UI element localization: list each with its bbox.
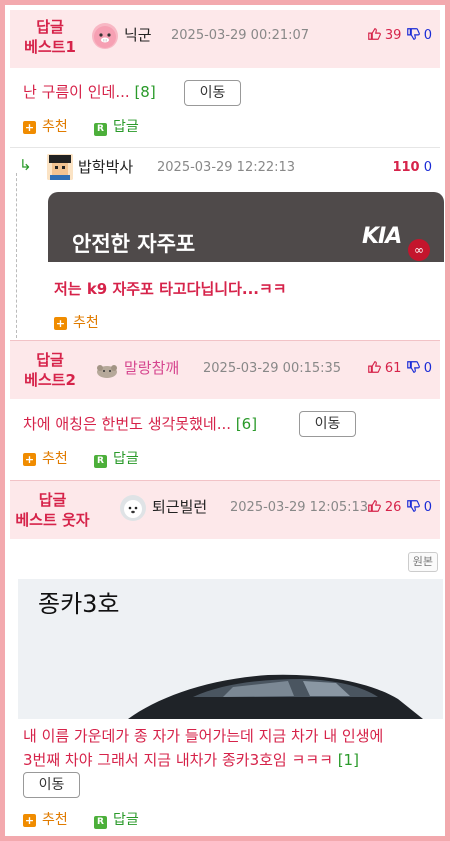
- vote-counts: 39 0: [367, 26, 432, 46]
- downvote-count: 0: [423, 361, 432, 376]
- upvote-count: 61: [384, 361, 402, 376]
- move-button[interactable]: 이동: [299, 411, 356, 437]
- move-button[interactable]: 이동: [184, 80, 241, 106]
- comment-body-line1: 내 이름 가운데가 종 자가 들어가는데 지금 차가 내 인생에: [23, 727, 384, 745]
- thumbs-down-icon[interactable]: [406, 499, 420, 513]
- reply-text[interactable]: 저는 k9 자주포 타고다닙니다...ㅋㅋ: [54, 278, 287, 299]
- best-label-line2: 베스트1: [24, 38, 76, 56]
- nickname[interactable]: 닉군: [124, 25, 152, 45]
- best-label-line2: 베스트2: [24, 371, 76, 389]
- reply-count: [6]: [235, 415, 258, 433]
- kia-logo: KIA: [362, 224, 402, 249]
- move-button[interactable]: 이동: [23, 772, 80, 798]
- comment-text[interactable]: 난 구름이 인데... [8]: [23, 81, 156, 103]
- plus-icon: +: [23, 453, 36, 466]
- thumbs-up-icon[interactable]: [367, 360, 381, 374]
- thumbs-up-icon[interactable]: [367, 499, 381, 513]
- infinity-icon: ∞: [408, 239, 430, 261]
- reply-icon: R: [94, 816, 107, 829]
- recommend-button[interactable]: + 추천: [23, 811, 68, 829]
- nickname[interactable]: 말랑참깨: [124, 358, 179, 378]
- reply-label: 답글: [113, 119, 139, 135]
- vote-counts: 26 0: [367, 498, 432, 518]
- best-label-line1: 답글: [36, 18, 64, 36]
- best-label-line2: 베스트 웃자: [15, 511, 90, 529]
- reply-icon: R: [94, 123, 107, 136]
- comment-body: 차에 애칭은 한번도 생각못했네...: [23, 415, 232, 433]
- downvote-count: 0: [423, 28, 432, 43]
- thumbs-down-icon[interactable]: [406, 360, 420, 374]
- best-label: 답글 베스트2: [10, 350, 90, 390]
- nickname[interactable]: 퇴근빌런: [152, 497, 207, 517]
- reply-thread-line: [16, 173, 17, 338]
- reply-arrow-icon: ↳: [19, 156, 32, 174]
- timestamp: 2025-03-29 12:22:13: [157, 160, 296, 175]
- thumbs-up-icon[interactable]: [367, 27, 381, 41]
- timestamp: 2025-03-29 12:05:13: [230, 500, 369, 515]
- reply-label: 답글: [113, 451, 139, 467]
- recommend-label: 추천: [42, 812, 68, 828]
- recommend-label: 추천: [73, 315, 99, 331]
- avatar[interactable]: [92, 23, 118, 49]
- upvote-count: 26: [384, 500, 402, 515]
- best-label: 답글 베스트1: [10, 17, 90, 57]
- recommend-button[interactable]: + 추천: [23, 450, 68, 468]
- reply-icon: R: [94, 455, 107, 468]
- plus-icon: +: [54, 317, 67, 330]
- attached-image[interactable]: 종카3호: [18, 579, 443, 719]
- best-comment-header: 답글 베스트2 말랑참깨 2025-03-29 00:15:35 61 0: [10, 341, 440, 399]
- recommend-label: 추천: [42, 451, 68, 467]
- comment-body: 난 구름이 인데...: [23, 83, 130, 101]
- timestamp: 2025-03-29 00:15:35: [203, 361, 342, 376]
- timestamp: 2025-03-29 00:21:07: [171, 28, 310, 43]
- comment-body-line2: 3번째 차야 그래서 지금 내차가 종카3호임 ㅋㅋㅋ: [23, 751, 333, 769]
- vote-counts: 110 0: [392, 158, 432, 178]
- attached-image[interactable]: 안전한 자주포 KIA ∞: [48, 192, 444, 262]
- reply-label: 답글: [113, 812, 139, 828]
- reply-button[interactable]: R 답글: [94, 118, 139, 136]
- comment-text[interactable]: 차에 애칭은 한번도 생각못했네... [6]: [23, 413, 257, 435]
- plus-icon: +: [23, 121, 36, 134]
- reply-button[interactable]: R 답글: [94, 811, 139, 829]
- best-comment-header: 답글 베스트 웃자 퇴근빌런 2025-03-29 12:05:13 26 0: [10, 481, 440, 539]
- recommend-button[interactable]: + 추천: [54, 314, 99, 332]
- comment-body-line2-wrap: 3번째 차야 그래서 지금 내차가 종카3호임 ㅋㅋㅋ [1]: [23, 748, 443, 772]
- upvote-count: 110: [392, 160, 420, 175]
- reply-button[interactable]: R 답글: [94, 450, 139, 468]
- plus-icon: +: [23, 814, 36, 827]
- downvote-count: 0: [423, 160, 432, 175]
- best-label-line1: 답글: [38, 491, 67, 509]
- best-label: 답글 베스트 웃자: [10, 490, 95, 530]
- reply-count: [1]: [337, 751, 359, 769]
- recommend-label: 추천: [42, 119, 68, 135]
- downvote-count: 0: [423, 500, 432, 515]
- avatar[interactable]: [120, 495, 146, 521]
- image-caption: 안전한 자주포: [72, 232, 196, 256]
- upvote-count: 39: [384, 28, 402, 43]
- best-label-line1: 답글: [36, 351, 64, 369]
- recommend-button[interactable]: + 추천: [23, 118, 68, 136]
- comment-text[interactable]: 내 이름 가운데가 종 자가 들어가는데 지금 차가 내 인생에 3번째 차야 …: [23, 724, 443, 772]
- thumbs-down-icon[interactable]: [406, 27, 420, 41]
- vote-counts: 61 0: [367, 359, 432, 379]
- car-photo: [128, 674, 423, 719]
- avatar[interactable]: [94, 356, 120, 382]
- best-comment-header: 답글 베스트1 닉군 2025-03-29 00:21:07 39 0: [10, 10, 440, 68]
- divider: [10, 147, 440, 148]
- avatar[interactable]: [47, 154, 73, 180]
- comment-panel: 답글 베스트1 닉군 2025-03-29 00:21:07 39 0 난 구름…: [0, 0, 450, 841]
- reply-count: [8]: [134, 83, 156, 101]
- original-image-button[interactable]: 원본: [407, 552, 438, 572]
- nickname[interactable]: 밥학박사: [78, 157, 133, 177]
